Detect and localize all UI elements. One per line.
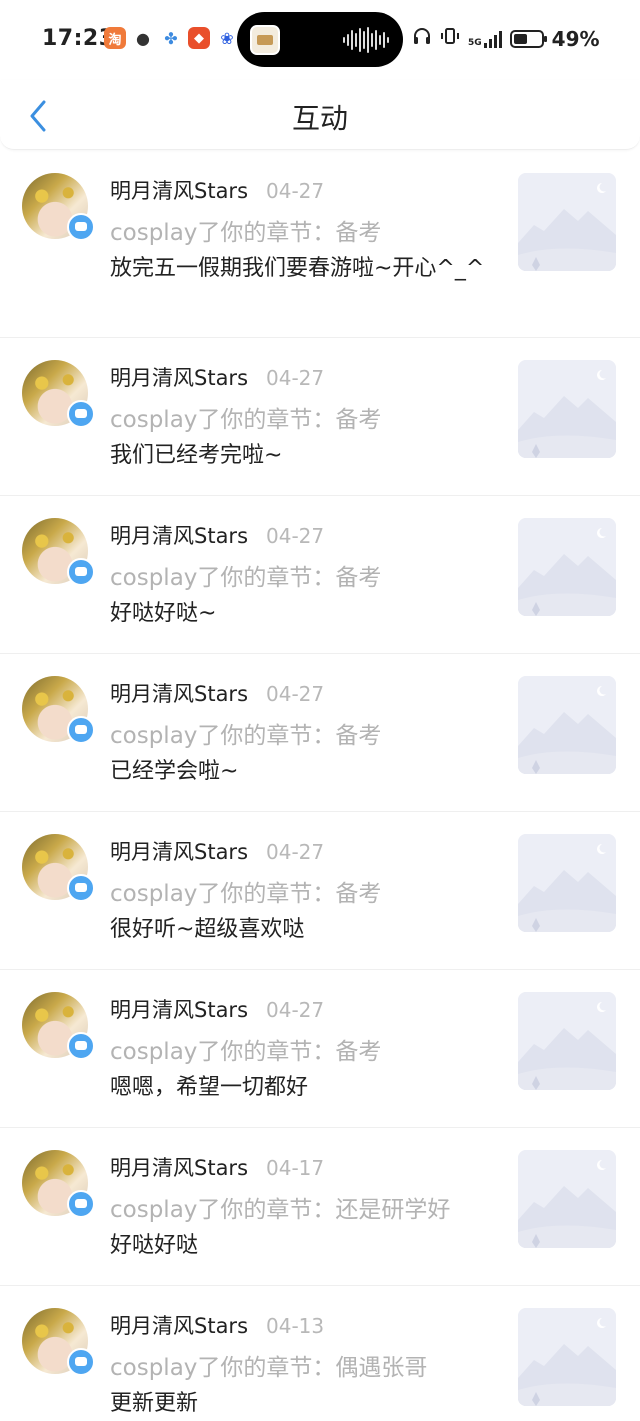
notification-date: 04-13 [266,1314,325,1338]
comment-text[interactable]: 放完五一假期我们要春游啦~开心^_^ [110,255,490,283]
comment-text[interactable]: 好哒好哒 [110,1232,490,1260]
notification-date: 04-27 [266,840,325,864]
comment-badge-icon [67,1348,95,1376]
baidu-icon: ❀ [216,27,238,49]
username[interactable]: 明月清风Stars [110,362,248,392]
username[interactable]: 明月清风Stars [110,1152,248,1182]
username[interactable]: 明月清风Stars [110,520,248,550]
page-title: 互动 [291,102,348,135]
nav-header: 互动 [0,80,640,150]
notification-item[interactable]: 明月清风Stars 04-13 cosplay了你的章节：偶遇张哥更新更新 [0,1286,640,1421]
notification-date: 04-27 [266,179,325,203]
notification-meta: 明月清风Stars 04-27 [110,362,324,392]
notification-meta: 明月清风Stars 04-13 [110,1310,324,1340]
network-type: 5G [468,37,482,48]
notification-item[interactable]: 明月清风Stars 04-27 cosplay了你的章节：备考已经学会啦~ [0,654,640,812]
notification-action: cosplay了你的章节：还是研学好 [110,1197,451,1223]
username[interactable]: 明月清风Stars [110,1310,248,1340]
notification-action: cosplay了你的章节：偶遇张哥 [110,1355,428,1381]
chapter-thumbnail-placeholder-icon[interactable] [518,676,616,774]
notification-action: cosplay了你的章节：备考 [110,220,382,246]
notification-meta: 明月清风Stars 04-27 [110,175,324,205]
comment-text[interactable]: 很好听~超级喜欢哒 [110,916,490,944]
notification-action: cosplay了你的章节：备考 [110,881,382,907]
notification-meta: 明月清风Stars 04-27 [110,836,324,866]
chapter-thumbnail-placeholder-icon[interactable] [518,1150,616,1248]
game-app-icon: ◆ [188,27,210,49]
comment-text[interactable]: 好哒好哒~ [110,600,490,628]
notification-action: cosplay了你的章节：备考 [110,565,382,591]
username[interactable]: 明月清风Stars [110,678,248,708]
chapter-thumbnail-placeholder-icon[interactable] [518,992,616,1090]
notification-date: 04-27 [266,998,325,1022]
status-notification-icons: 淘 ● ✤ ◆ ❀ [104,27,238,49]
notification-date: 04-27 [266,682,325,706]
username[interactable]: 明月清风Stars [110,994,248,1024]
notification-item[interactable]: 明月清风Stars 04-27 cosplay了你的章节：备考嗯嗯，希望一切都好 [0,970,640,1128]
app-root: 17:23 淘 ● ✤ ◆ ❀ 5G 49% 互动 明月清风Stars 04-2… [0,0,640,1421]
notification-date: 04-27 [266,524,325,548]
notification-list: 明月清风Stars 04-27 cosplay了你的章节：备考 放完五一假期我们要春游… [0,151,640,1421]
dynamic-island[interactable] [237,12,403,67]
notification-date: 04-27 [266,366,325,390]
comment-badge-icon [67,716,95,744]
comment-text[interactable]: 更新更新 [110,1390,490,1418]
notification-item[interactable]: 明月清风Stars 04-27 cosplay了你的章节：备考很好听~超级喜欢哒 [0,812,640,970]
chapter-thumbnail-placeholder-icon[interactable] [518,834,616,932]
headphones-icon [412,26,432,51]
username[interactable]: 明月清风Stars [110,175,248,205]
comment-badge-icon [67,1190,95,1218]
battery-icon [509,29,547,48]
notification-action: cosplay了你的章节：备考 [110,1039,382,1065]
signal-icon: 5G [468,30,502,48]
notification-item[interactable]: 明月清风Stars 04-27 cosplay了你的章节：备考放完五一假期我们要春游… [0,151,640,338]
taobao-app-icon: 淘 [104,27,126,49]
pinwheel-app-icon: ✤ [160,27,182,49]
now-playing-thumbnail [250,25,280,55]
notification-date: 04-17 [266,1156,325,1180]
notification-meta: 明月清风Stars 04-27 [110,678,324,708]
wechat-icon: ● [132,27,154,49]
notification-meta: 明月清风Stars 04-27 [110,994,324,1024]
status-system-icons: 5G 49% [412,26,600,51]
battery-percent: 49% [551,26,600,51]
notification-item[interactable]: 明月清风Stars 04-27 cosplay了你的章节：备考我们已经考完啦~ [0,338,640,496]
status-bar: 17:23 淘 ● ✤ ◆ ❀ 5G 49% [0,0,640,80]
comment-text[interactable]: 已经学会啦~ [110,758,490,786]
chapter-thumbnail-placeholder-icon[interactable] [518,1308,616,1406]
vibrate-icon [440,26,460,51]
comment-text[interactable]: 我们已经考完啦~ [110,442,490,470]
notification-item[interactable]: 明月清风Stars 04-27 cosplay了你的章节：备考好哒好哒~ [0,496,640,654]
chapter-thumbnail-placeholder-icon[interactable] [518,518,616,616]
comment-badge-icon [67,1032,95,1060]
comment-text[interactable]: 嗯嗯，希望一切都好 [110,1074,490,1102]
chapter-thumbnail-placeholder-icon[interactable] [518,173,616,271]
chapter-thumbnail-placeholder-icon[interactable] [518,360,616,458]
audio-wave-icon [343,26,389,54]
comment-badge-icon [67,213,95,241]
notification-meta: 明月清风Stars 04-17 [110,1152,324,1182]
notification-meta: 明月清风Stars 04-27 [110,520,324,550]
notification-action: cosplay了你的章节：备考 [110,723,382,749]
notification-action: cosplay了你的章节：备考 [110,407,382,433]
comment-badge-icon [67,400,95,428]
username[interactable]: 明月清风Stars [110,836,248,866]
comment-badge-icon [67,874,95,902]
comment-badge-icon [67,558,95,586]
notification-item[interactable]: 明月清风Stars 04-17 cosplay了你的章节：还是研学好好哒好哒 [0,1128,640,1286]
